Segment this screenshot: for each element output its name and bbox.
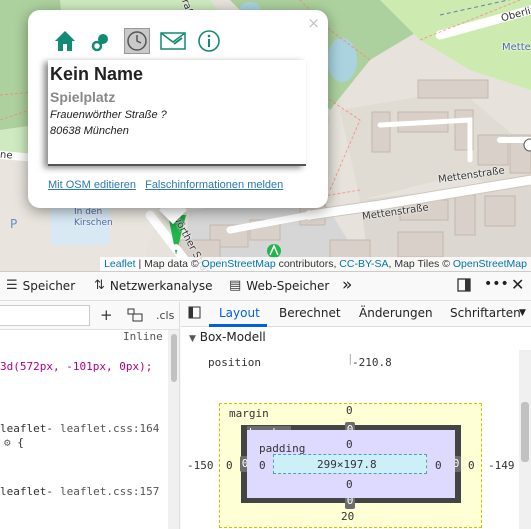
tab-network-label: Netzwerkanalyse <box>109 278 213 293</box>
dock-icon[interactable] <box>457 278 471 292</box>
street-label-ne-partial: ne <box>0 149 13 162</box>
poi-city: 80638 München <box>50 125 129 137</box>
padding-left-value[interactable]: 0 <box>259 459 266 472</box>
content-size-value[interactable]: 299×197.8 <box>317 458 377 471</box>
rules-pane: + .cls Inline 3d(572px, -101px, 0px); le… <box>0 302 180 529</box>
more-tabs-button[interactable]: » <box>342 275 352 295</box>
tab-layout[interactable]: Layout <box>219 306 260 320</box>
rules-toolbar: + .cls <box>0 302 179 330</box>
active-tab-indicator <box>209 324 267 327</box>
license-link[interactable]: CC-BY-SA <box>339 258 388 270</box>
poi-popup: × Kein Name Spielplatz Frauenwörther Str… <box>28 10 328 208</box>
box-model-header[interactable]: ▼ Box-Modell <box>189 330 266 344</box>
osm-link[interactable]: OpenStreetMap <box>202 258 276 270</box>
margin-top-value[interactable]: 0 <box>346 404 353 417</box>
rule-transform-value[interactable]: 3d(572px, -101px, 0px); <box>0 360 152 373</box>
box-model-diagram: position | -210.8 -150 -149 | -7 margin … <box>181 350 521 529</box>
popup-close-button[interactable]: × <box>307 14 320 32</box>
tab-storage-label: Speicher <box>22 278 76 293</box>
attribution-text-1: | Map data © <box>135 258 202 270</box>
add-rule-button[interactable]: + <box>100 306 113 324</box>
position-right-value[interactable]: -149 <box>488 459 515 472</box>
rule-source-1[interactable]: leaflet.css:164 <box>60 422 159 435</box>
envelope-icon[interactable] <box>160 28 186 54</box>
more-options-icon[interactable]: ••• <box>484 276 509 292</box>
collapse-triangle-icon: ▼ <box>189 334 196 344</box>
print-simulation-icon[interactable] <box>127 308 143 326</box>
position-left-value[interactable]: -150 <box>187 459 214 472</box>
street-label-mette-partial: Mette <box>502 42 531 53</box>
attribution-text-3: , Map Tiles © <box>388 258 453 270</box>
info-icon[interactable] <box>196 28 222 54</box>
place-label-in-den-kirschen: In den Kirschen <box>74 207 113 228</box>
devtools-tabbar: ☰ Speicher ⇅ Netzwerkanalyse ▤ Web-Speic… <box>0 272 531 301</box>
rule-selector-1-brace: ⚙ { <box>4 436 24 449</box>
parking-label: P <box>10 217 18 231</box>
margin-label: margin <box>229 407 269 420</box>
map-view[interactable]: Oberlinger Straße Mette ne Mettenstraße … <box>0 0 531 271</box>
attribution-text-2: contributors, <box>275 258 340 270</box>
clock-icon[interactable] <box>124 28 150 54</box>
rule-open-brace: { <box>17 436 24 449</box>
tab-fonts[interactable]: Schriftarten <box>450 306 521 320</box>
rule-selector-1[interactable]: leaflet- <box>0 422 53 435</box>
rules-scroll-thumb[interactable] <box>171 334 177 382</box>
storage-icon: ☰ <box>6 278 18 293</box>
padding-bottom-value[interactable]: 0 <box>346 478 353 491</box>
margin-right-value[interactable]: 0 <box>468 459 475 472</box>
tiles-osm-link[interactable]: OpenStreetMap <box>453 258 527 270</box>
position-label: position <box>208 356 261 369</box>
layout-scrollbar[interactable] <box>519 350 531 529</box>
devtools-panel: ☰ Speicher ⇅ Netzwerkanalyse ▤ Web-Speic… <box>0 271 531 529</box>
tab-network[interactable]: ⇅ Netzwerkanalyse <box>94 278 213 293</box>
popup-icon-bar <box>52 28 222 54</box>
tab-storage[interactable]: ☰ Speicher <box>6 278 75 293</box>
layout-pane: Layout Berechnet Änderungen Schriftarten… <box>181 302 531 529</box>
layout-subtabbar: Layout Berechnet Änderungen Schriftarten… <box>181 302 531 327</box>
edit-osm-link[interactable]: Mit OSM editieren <box>48 179 136 191</box>
poi-info-card: Kein Name Spielplatz Frauenwörther Straß… <box>48 60 306 166</box>
tab-web-storage[interactable]: ▤ Web-Speicher <box>229 278 329 293</box>
padding-right-value[interactable]: 0 <box>435 459 442 472</box>
box-model-title: Box-Modell <box>199 330 266 344</box>
poi-name: Kein Name <box>50 64 144 84</box>
chevron-down-icon[interactable]: ▼ <box>519 308 526 318</box>
sidebar-toggle-icon[interactable] <box>188 306 201 322</box>
poi-type: Spielplatz <box>50 89 116 105</box>
rules-filter-input[interactable] <box>0 305 90 326</box>
tab-changes[interactable]: Änderungen <box>359 306 433 320</box>
tab-computed[interactable]: Berechnet <box>279 306 341 320</box>
rules-scrollbar[interactable] <box>168 330 179 529</box>
position-top-value[interactable]: -210.8 <box>352 356 392 369</box>
leaflet-link[interactable]: Leaflet <box>104 258 136 270</box>
close-devtools-icon[interactable]: ✕ <box>511 275 524 294</box>
layout-scroll-thumb[interactable] <box>521 402 529 462</box>
gear-icon: ⚙ <box>4 436 11 449</box>
tab-web-storage-label: Web-Speicher <box>246 278 330 293</box>
map-attribution: Leaflet | Map data © OpenStreetMap contr… <box>100 257 531 271</box>
database-icon: ▤ <box>229 278 242 293</box>
poi-street: Frauenwörther Straße ? <box>50 109 167 121</box>
rule-source-2[interactable]: leaflet.css:157 <box>60 485 159 498</box>
cls-toggle-button[interactable]: .cls <box>156 309 174 322</box>
popup-links: Mit OSM editieren Falschinformationen me… <box>48 179 289 191</box>
rule-inline-label: Inline <box>123 330 163 343</box>
network-arrows-icon: ⇅ <box>94 278 105 293</box>
padding-top-value[interactable]: 0 <box>346 438 353 451</box>
margin-bottom-value[interactable]: 20 <box>341 510 354 523</box>
rule-selector-2[interactable]: leaflet- <box>0 485 53 498</box>
margin-left-value[interactable]: 0 <box>226 459 233 472</box>
home-icon[interactable] <box>52 28 78 54</box>
app-root: Oberlinger Straße Mette ne Mettenstraße … <box>0 0 531 529</box>
pacifier-icon[interactable] <box>88 28 114 54</box>
report-wrong-info-link[interactable]: Falschinformationen melden <box>145 179 283 191</box>
